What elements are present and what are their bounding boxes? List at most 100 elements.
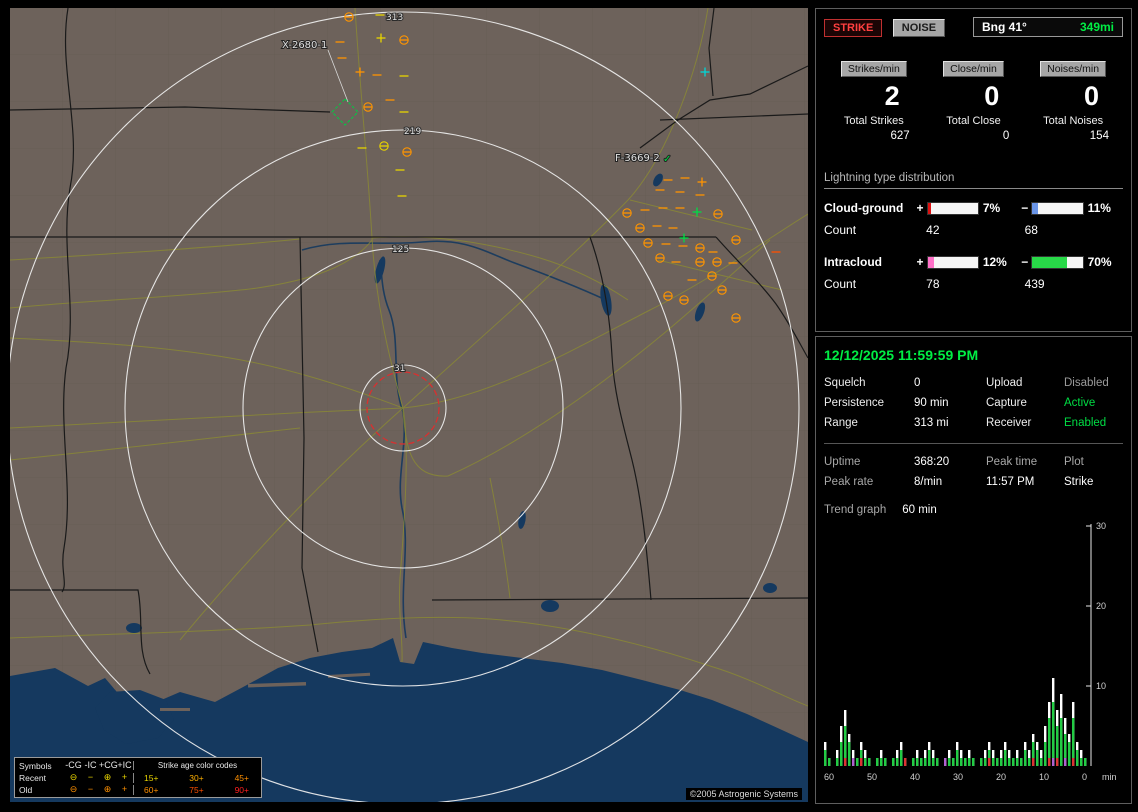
map-panel[interactable]: 313 219 125 31 X-2680-1 F-3669-2 ✓ Symbols -CG -… <box>10 8 808 802</box>
legend-age-values: 15+ 30+ 45+ <box>133 772 257 783</box>
persistence-label: Persistence <box>824 397 885 409</box>
ic-minus-bar <box>1031 255 1084 269</box>
bearing-distance: 349mi <box>1079 20 1114 34</box>
cloud-ground-label: Cloud-ground <box>824 201 904 215</box>
app-window: 313 219 125 31 X-2680-1 F-3669-2 ✓ Symbols -CG -… <box>0 0 1138 812</box>
cg-plus-pct: 7% <box>982 201 1001 215</box>
plus-sign: + <box>916 255 924 269</box>
strike-symbol-glyph: ⊖ <box>69 784 78 794</box>
map-canvas[interactable]: 313 219 125 31 X-2680-1 F-3669-2 ✓ <box>10 8 808 802</box>
svg-text:50: 50 <box>867 772 877 782</box>
intracloud-row: Intracloud + 12% − 70% <box>824 255 1123 269</box>
plot-label: Plot <box>1064 456 1084 468</box>
datetime-display: 12/12/2025 11:59:59 PM <box>824 347 979 363</box>
intracloud-counts: Count 78 439 <box>824 277 1123 291</box>
strike-symbol-glyph: − <box>87 784 94 794</box>
receiver-label: Receiver <box>986 417 1032 429</box>
rate-columns: Strikes/min 2 Total Strikes 627 Close/mi… <box>824 61 1123 142</box>
strike-symbol-glyph: + <box>121 784 128 794</box>
peaktime-value: 11:57 PM <box>986 476 1035 488</box>
total-noises-label: Total Noises <box>1043 115 1104 127</box>
cg-minus-pct: 11% <box>1087 201 1111 215</box>
legend-header: Symbols <box>19 760 52 771</box>
copyright: ©2005 Astrogenic Systems <box>685 788 802 800</box>
ic-plus-count: 78 <box>926 277 940 291</box>
svg-text:30: 30 <box>953 772 963 782</box>
strike-symbol-glyph: ⊖ <box>69 772 78 782</box>
svg-text:20: 20 <box>996 772 1006 782</box>
svg-text:10: 10 <box>1096 681 1106 691</box>
svg-text:F-3669-2: F-3669-2 <box>615 153 660 164</box>
svg-text:X-2680-1: X-2680-1 <box>282 40 327 51</box>
map-legend: Symbols -CG -IC +CG +IC Strike age color code… <box>14 757 262 798</box>
svg-text:31: 31 <box>394 364 405 374</box>
legend-age-header: Strike age color codes <box>133 761 257 770</box>
legend-header: +CG <box>99 760 118 770</box>
capture-label: Capture <box>986 397 1027 409</box>
close-per-min-value: 0 <box>984 81 1000 111</box>
mode-buttons: STRIKE NOISE <box>824 18 946 37</box>
trend-graph-header: Trend graph 60 min <box>824 504 1123 516</box>
uptime-grid: Uptime 368:20 Peak time Plot Peak rate 8… <box>824 456 1123 488</box>
upload-value: Disabled <box>1064 377 1109 389</box>
strikes-per-min-value: 2 <box>884 81 900 111</box>
svg-text:20: 20 <box>1096 601 1106 611</box>
noise-mode-button[interactable]: NOISE <box>892 18 946 37</box>
statistics-panel: STRIKE NOISE Bng 41° 349mi Strikes/min 2… <box>815 8 1132 332</box>
range-label: Range <box>824 417 858 429</box>
distribution-title: Lightning type distribution <box>824 172 1123 189</box>
svg-text:✓: ✓ <box>663 154 671 165</box>
legend-row-label: Recent <box>19 772 46 783</box>
close-per-min-button[interactable]: Close/min <box>943 61 1004 77</box>
total-strikes-value: 627 <box>890 130 910 142</box>
noises-column: Noises/min 0 Total Noises 154 <box>1023 61 1123 142</box>
uptime-label: Uptime <box>824 456 861 468</box>
squelch-value: 0 <box>914 377 921 389</box>
cg-minus-count: 68 <box>1024 223 1038 237</box>
ic-plus-pct: 12% <box>982 255 1007 269</box>
ic-count-label: Count <box>824 277 857 291</box>
svg-text:313: 313 <box>386 13 403 23</box>
peakrate-value: 8/min <box>914 476 943 488</box>
noises-per-min-button[interactable]: Noises/min <box>1040 61 1107 77</box>
strikes-per-min-button[interactable]: Strikes/min <box>840 61 907 77</box>
strike-symbol-glyph: ⊕ <box>103 784 112 794</box>
ic-plus-bar <box>926 255 979 269</box>
receiver-value: Enabled <box>1064 417 1107 429</box>
strikes-column: Strikes/min 2 Total Strikes 627 <box>824 61 924 142</box>
ic-minus-count: 439 <box>1024 277 1045 291</box>
strike-symbol-glyph: + <box>121 772 128 782</box>
bearing-value: Bng 41° <box>982 20 1027 34</box>
total-noises-value: 154 <box>1089 130 1109 142</box>
cloud-ground-row: Cloud-ground + 7% − 11% <box>824 201 1123 215</box>
cg-plus-count: 42 <box>926 223 940 237</box>
plot-mode-value: Strike <box>1064 476 1094 488</box>
svg-text:10: 10 <box>1039 772 1049 782</box>
minus-sign: − <box>1021 255 1029 269</box>
cg-minus-bar <box>1031 201 1084 215</box>
strike-mode-button[interactable]: STRIKE <box>824 18 883 37</box>
ic-minus-pct: 70% <box>1087 255 1112 269</box>
peakrate-label: Peak rate <box>824 476 874 488</box>
svg-text:0: 0 <box>1082 772 1087 782</box>
legend-row-label: Old <box>19 784 33 795</box>
svg-text:min: min <box>1102 772 1117 782</box>
cg-count-label: Count <box>824 223 857 237</box>
peaktime-label: Peak time <box>986 456 1038 468</box>
strike-symbol-glyph: ⊕ <box>103 772 112 782</box>
svg-text:219: 219 <box>404 127 421 137</box>
capture-value: Active <box>1064 397 1096 409</box>
noises-per-min-value: 0 <box>1083 81 1099 111</box>
mode-toolbar: STRIKE NOISE Bng 41° 349mi <box>824 17 1123 37</box>
svg-text:60: 60 <box>824 772 834 782</box>
close-column: Close/min 0 Total Close 0 <box>924 61 1024 142</box>
divider <box>824 443 1123 444</box>
svg-text:40: 40 <box>910 772 920 782</box>
intracloud-label: Intracloud <box>824 255 883 269</box>
squelch-label: Squelch <box>824 377 866 389</box>
minus-sign: − <box>1021 201 1029 215</box>
total-close-value: 0 <box>1002 130 1010 142</box>
trend-window: 60 min <box>902 504 937 516</box>
legend-grid: Symbols -CG -IC +CG +IC Strike age color code… <box>19 760 257 795</box>
total-close-label: Total Close <box>946 115 1001 127</box>
